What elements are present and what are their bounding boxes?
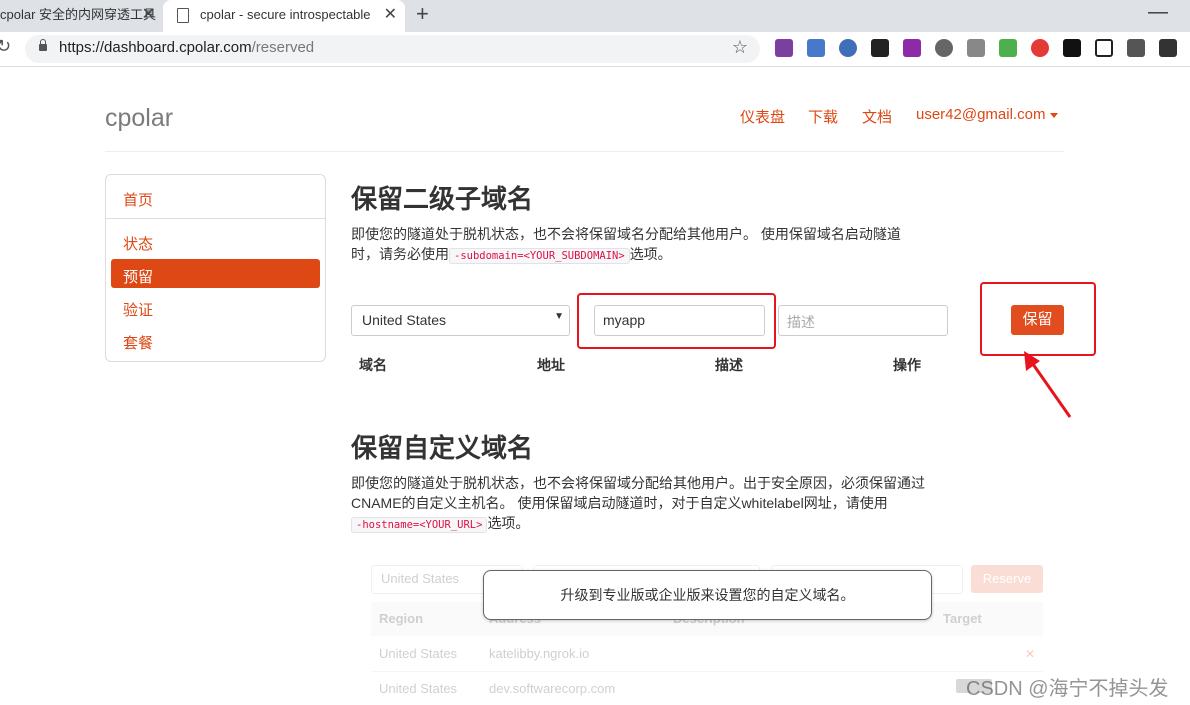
tool-extension-icon[interactable] bbox=[967, 39, 985, 57]
browser-toolbar: ↻ https://dashboard.cpolar.com/reserved … bbox=[0, 32, 1190, 67]
table-row-address: dev.softwarecorp.com bbox=[489, 681, 616, 696]
column-header-target: Target bbox=[943, 611, 982, 626]
region-select[interactable]: United States ▼ bbox=[351, 305, 570, 336]
browser-tab-cpolar-home[interactable]: cpolar 安全的内网穿透工具 ✕ bbox=[0, 0, 163, 32]
circle-extension-icon[interactable] bbox=[935, 39, 953, 57]
page-icon bbox=[177, 8, 189, 23]
dropdown-arrow-icon: ▼ bbox=[554, 311, 564, 322]
row-divider bbox=[371, 671, 1043, 672]
sidebar-item-reserved[interactable]: 预留 bbox=[123, 266, 153, 287]
column-header-address: 地址 bbox=[537, 357, 565, 373]
tampermonkey-extension-icon[interactable] bbox=[871, 39, 889, 57]
sidebar-item-status[interactable]: 状态 bbox=[123, 233, 153, 254]
delete-icon: ✕ bbox=[1025, 647, 1036, 661]
sidebar: 首页 状态 预留 验证 套餐 bbox=[105, 174, 326, 362]
browser-tab-strip: cpolar 安全的内网穿透工具 ✕ cpolar - secure intro… bbox=[0, 0, 1190, 32]
download-extension-icon[interactable] bbox=[999, 39, 1017, 57]
subdomain-flag-code: -subdomain=<YOUR_SUBDOMAIN> bbox=[449, 248, 630, 264]
table-row-region: United States bbox=[379, 646, 458, 661]
column-header-actions: 操作 bbox=[893, 357, 921, 373]
close-tab-icon[interactable]: ✕ bbox=[384, 0, 397, 30]
column-header-region: Region bbox=[379, 611, 424, 626]
globe-extension-icon[interactable] bbox=[839, 39, 857, 57]
table-row-address: katelibby.ngrok.io bbox=[489, 646, 590, 661]
tab-title: cpolar - secure introspectable bbox=[200, 7, 371, 22]
bookmark-star-icon[interactable]: ☆ bbox=[732, 37, 748, 58]
new-tab-icon[interactable]: + bbox=[416, 0, 429, 28]
minimize-window-icon[interactable]: — bbox=[1148, 0, 1168, 24]
onenote-extension-icon[interactable] bbox=[775, 39, 793, 57]
column-header-domain: 域名 bbox=[359, 357, 387, 373]
description-input[interactable]: 描述 bbox=[778, 305, 948, 336]
table-row-region: United States bbox=[379, 681, 458, 696]
subdomain-input[interactable]: myapp bbox=[594, 305, 765, 336]
url-text: https://dashboard.cpolar.com/reserved bbox=[59, 39, 315, 56]
header-divider bbox=[105, 151, 1064, 152]
qr-code-icon-2[interactable] bbox=[1159, 39, 1177, 57]
tab-title: cpolar 安全的内网穿透工具 bbox=[0, 7, 157, 22]
upgrade-notice: 升级到专业版或企业版来设置您的自定义域名。 bbox=[483, 570, 932, 620]
translate-extension-icon[interactable] bbox=[807, 39, 825, 57]
column-header-description: 描述 bbox=[715, 357, 743, 373]
reserve-button[interactable]: 保留 bbox=[1011, 305, 1064, 335]
rp-extension-icon[interactable] bbox=[903, 39, 921, 57]
nav-dashboard[interactable]: 仪表盘 bbox=[740, 106, 785, 127]
watermark: CSDN @海宁不掉头发 bbox=[966, 678, 1169, 700]
reserved-subdomain-title: 保留二级子域名 bbox=[351, 184, 534, 214]
jetbrains-extension-icon[interactable] bbox=[1063, 39, 1081, 57]
nav-download[interactable]: 下载 bbox=[808, 106, 838, 127]
sidebar-item-plans[interactable]: 套餐 bbox=[123, 332, 153, 353]
reserved-custom-domain-description: 即使您的隧道处于脱机状态，也不会将保留域分配给其他用户。出于安全原因，必须保留通… bbox=[351, 475, 925, 533]
browser-tab-dashboard[interactable]: cpolar - secure introspectable ✕ bbox=[163, 0, 405, 32]
reserved-subdomain-description: 即使您的隧道处于脱机状态，也不会将保留域名分配给其他用户。 使用保留域名启动隧道… bbox=[351, 226, 901, 264]
page-content: cpolar 仪表盘 下载 文档 user42@gmail.com 首页 状态 … bbox=[0, 67, 1190, 705]
hostname-flag-code: -hostname=<YOUR_URL> bbox=[351, 517, 488, 533]
close-tab-icon[interactable]: ✕ bbox=[142, 0, 155, 30]
reload-icon[interactable]: ↻ bbox=[0, 36, 11, 57]
notion-extension-icon[interactable] bbox=[1095, 39, 1113, 57]
sidebar-item-home[interactable]: 首页 bbox=[123, 189, 153, 210]
user-email: user42@gmail.com bbox=[916, 106, 1046, 123]
user-menu[interactable]: user42@gmail.com bbox=[916, 106, 1059, 123]
brand-logo[interactable]: cpolar bbox=[105, 104, 173, 133]
annotation-arrow-icon bbox=[1024, 351, 1072, 418]
sidebar-item-auth[interactable]: 验证 bbox=[123, 299, 153, 320]
reserved-custom-domain-title: 保留自定义域名 bbox=[351, 433, 534, 463]
disabled-reserve-button: Reserve bbox=[971, 565, 1043, 593]
asterisk-extension-icon[interactable] bbox=[1031, 39, 1049, 57]
nav-docs[interactable]: 文档 bbox=[862, 106, 892, 127]
address-bar[interactable]: https://dashboard.cpolar.com/reserved ☆ bbox=[25, 35, 760, 63]
qr-code-icon[interactable] bbox=[1127, 39, 1145, 57]
caret-down-icon bbox=[1050, 112, 1059, 118]
lock-icon bbox=[39, 39, 47, 51]
